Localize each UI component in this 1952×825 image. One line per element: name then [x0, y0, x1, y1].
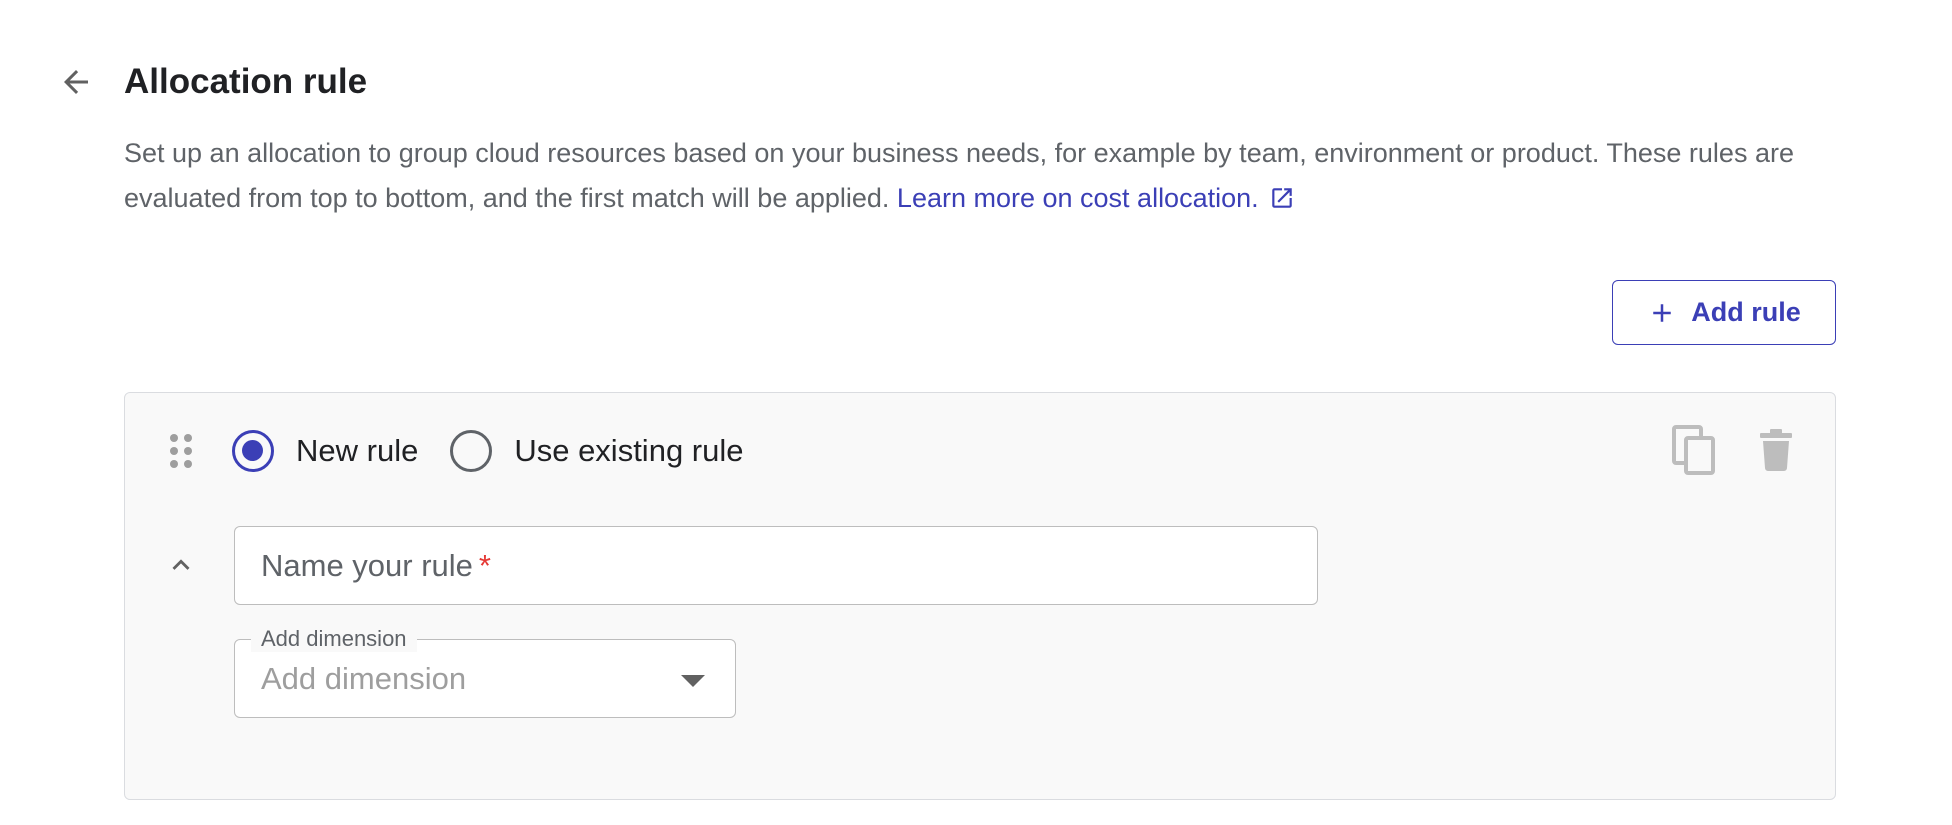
page-title: Allocation rule [124, 62, 368, 101]
radio-use-existing-rule-label: Use existing rule [514, 433, 744, 468]
radio-unchecked-icon[interactable] [450, 430, 493, 472]
rule-name-input[interactable]: Name your rule * [234, 526, 1318, 605]
copy-icon [1672, 425, 1715, 475]
open-in-new-icon [1269, 180, 1295, 225]
trash-icon [1760, 429, 1792, 471]
radio-use-existing-rule[interactable]: Use existing rule [450, 430, 743, 472]
chevron-up-icon [172, 559, 190, 570]
add-dimension-label: Add dimension [251, 626, 417, 652]
back-button[interactable] [50, 60, 102, 104]
copy-rule-button[interactable] [1670, 424, 1718, 476]
radio-new-rule[interactable]: New rule [232, 430, 418, 472]
arrow-back-icon [64, 70, 88, 94]
rule-name-placeholder: Name your rule [261, 547, 473, 583]
plus-icon [1653, 303, 1671, 322]
caret-down-icon [681, 675, 705, 687]
required-marker: * [478, 547, 491, 583]
radio-checked-icon[interactable] [232, 430, 274, 472]
add-rule-label: Add rule [1691, 297, 1801, 327]
collapse-rule-button[interactable] [160, 546, 202, 584]
radio-new-rule-label: New rule [296, 433, 419, 468]
delete-rule-button[interactable] [1752, 424, 1800, 476]
add-dimension-select[interactable]: Add dimension Add dimension [234, 626, 736, 718]
rule-type-radio-group: New rule Use existing rule [232, 428, 743, 474]
learn-more-link[interactable]: Learn more on cost allocation. [897, 183, 1295, 213]
page-description: Set up an allocation to group cloud reso… [124, 131, 1844, 225]
add-rule-button[interactable]: Add rule [1612, 280, 1836, 345]
drag-handle-icon[interactable] [168, 432, 194, 470]
add-dimension-placeholder: Add dimension [261, 661, 467, 696]
learn-more-link-label: Learn more on cost allocation. [896, 183, 1259, 213]
